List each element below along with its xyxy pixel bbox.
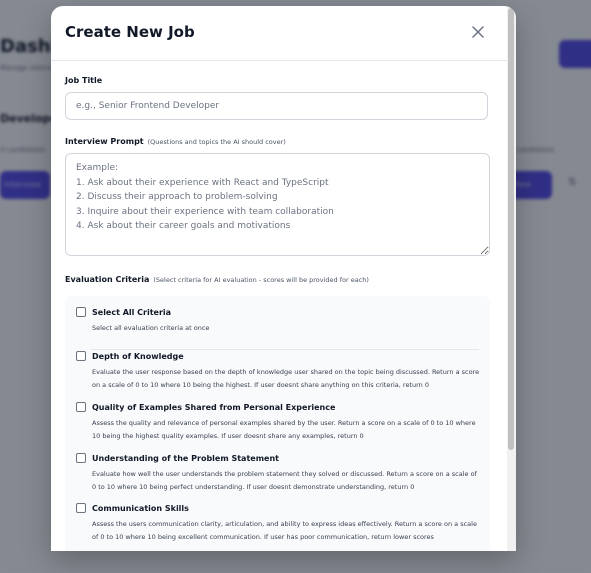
criteria-item-quality-of-examples[interactable]: Quality of Examples Shared from Personal… xyxy=(65,402,490,450)
modal-scrollbar-thumb[interactable] xyxy=(508,8,514,450)
communication-skills-checkbox[interactable] xyxy=(76,503,86,513)
criteria-divider xyxy=(91,349,479,350)
interview-prompt-textarea[interactable] xyxy=(65,153,490,256)
criteria-title: Communication Skills xyxy=(92,504,189,513)
criteria-title: Quality of Examples Shared from Personal… xyxy=(92,403,336,412)
criteria-item-communication-skills[interactable]: Communication Skills Assess the users co… xyxy=(65,503,490,551)
criteria-list: Select All Criteria Select all evaluatio… xyxy=(65,296,490,551)
criteria-description: Evaluate the user response based on the … xyxy=(92,368,480,389)
evaluation-criteria-label: Evaluation Criteria (Select criteria for … xyxy=(65,275,369,284)
criteria-item-understanding-problem[interactable]: Understanding of the Problem Statement E… xyxy=(65,453,490,501)
criteria-title: Select All Criteria xyxy=(92,308,172,317)
quality-of-examples-checkbox[interactable] xyxy=(76,402,86,412)
criteria-description: Assess the quality and relevance of pers… xyxy=(92,419,476,440)
create-job-modal: Create New Job Job Title Interview Promp… xyxy=(51,6,516,551)
criteria-title: Depth of Knowledge xyxy=(92,352,184,361)
job-title-label-text: Job Title xyxy=(65,76,103,85)
evaluation-criteria-label-text: Evaluation Criteria xyxy=(65,275,150,284)
select-all-checkbox[interactable] xyxy=(76,307,86,317)
understanding-problem-checkbox[interactable] xyxy=(76,453,86,463)
close-icon xyxy=(472,26,484,38)
job-title-label: Job Title xyxy=(65,76,102,85)
interview-prompt-label-text: Interview Prompt xyxy=(65,137,144,146)
interview-prompt-hint: (Questions and topics the AI should cove… xyxy=(147,138,286,146)
criteria-description: Assess the users communication clarity, … xyxy=(92,520,477,541)
modal-title: Create New Job xyxy=(65,23,195,41)
close-button[interactable] xyxy=(469,23,487,41)
job-title-input[interactable] xyxy=(65,92,488,120)
depth-of-knowledge-checkbox[interactable] xyxy=(76,351,86,361)
modal-header: Create New Job xyxy=(51,6,507,61)
criteria-title: Understanding of the Problem Statement xyxy=(92,454,279,463)
modal-scrollbar[interactable] xyxy=(507,6,516,551)
criteria-description: Evaluate how well the user understands t… xyxy=(92,470,477,491)
criteria-item-depth-of-knowledge[interactable]: Depth of Knowledge Evaluate the user res… xyxy=(65,351,490,399)
criteria-description: Select all evaluation criteria at once xyxy=(92,324,210,332)
criteria-item-select-all[interactable]: Select All Criteria Select all evaluatio… xyxy=(65,307,490,355)
evaluation-criteria-hint: (Select criteria for AI evaluation - sco… xyxy=(153,276,369,284)
interview-prompt-label: Interview Prompt (Questions and topics th… xyxy=(65,137,286,146)
